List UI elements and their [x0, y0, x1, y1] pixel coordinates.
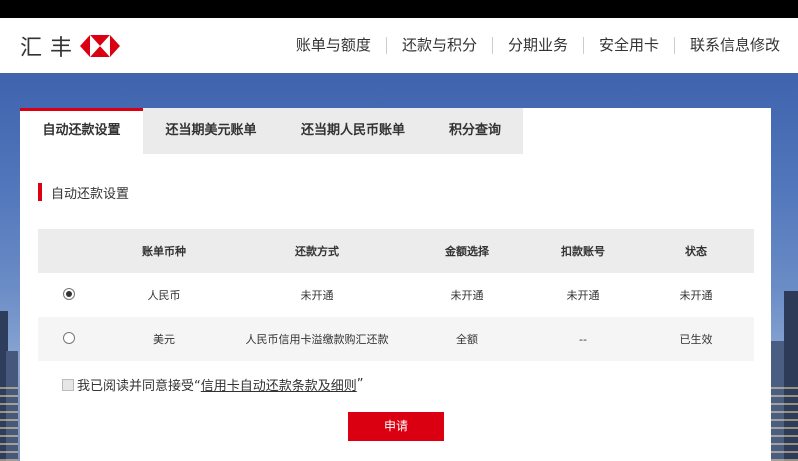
table-cell: 未开通: [566, 289, 600, 302]
brand-logo[interactable]: 汇丰: [20, 32, 121, 61]
select-cell: [38, 287, 100, 303]
nav-repayment-points[interactable]: 还款与积分: [387, 34, 492, 56]
terms-agreement: 我已阅读并同意接受“ 信用卡自动还款条款及细则 ”: [62, 375, 364, 394]
background-lights: [0, 381, 18, 461]
auto-repayment-table: 账单币种 还款方式 金额选择 扣款账号 状态 人民币 未开通 未开通 未开通 未…: [38, 229, 754, 361]
nav-statement-limit[interactable]: 账单与额度: [281, 34, 386, 56]
nav-installment[interactable]: 分期业务: [493, 34, 583, 56]
main-nav: 账单与额度 还款与积分 分期业务 安全用卡 联系信息修改: [281, 34, 780, 56]
select-cell: [38, 331, 100, 347]
table-row: 美元 人民币信用卡溢缴款购汇还款 全额 -- 已生效: [38, 317, 754, 361]
tab-pay-rmb-bill[interactable]: 还当期人民币账单: [279, 108, 427, 154]
content-panel: 自动还款设置 还当期美元账单 还当期人民币账单 积分查询 自动还款设置 账单币种…: [20, 108, 771, 461]
tab-pay-usd-bill[interactable]: 还当期美元账单: [143, 108, 279, 154]
hexagon-logo-icon: [80, 35, 121, 57]
brand-name: 汇丰: [20, 36, 81, 61]
table-cell: 美元: [153, 333, 175, 346]
header-account: 扣款账号: [561, 245, 605, 258]
table-cell: 人民币信用卡溢缴款购汇还款: [245, 333, 389, 346]
table-cell: 未开通: [679, 289, 713, 302]
terms-link[interactable]: 信用卡自动还款条款及细则: [201, 375, 357, 394]
tab-points-query[interactable]: 积分查询: [427, 108, 523, 154]
table-row: 人民币 未开通 未开通 未开通 未开通: [38, 273, 754, 317]
section-title: 自动还款设置: [38, 183, 130, 202]
table-cell: 未开通: [300, 289, 334, 302]
nav-card-security[interactable]: 安全用卡: [584, 34, 674, 56]
agree-prefix-text: 我已阅读并同意接受“: [77, 379, 201, 394]
row-radio-button[interactable]: [63, 287, 75, 300]
table-cell: --: [579, 332, 587, 346]
tab-bar: 自动还款设置 还当期美元账单 还当期人民币账单 积分查询: [20, 108, 523, 154]
tab-auto-repayment[interactable]: 自动还款设置: [20, 108, 143, 154]
agree-checkbox[interactable]: [62, 378, 74, 391]
table-cell: 未开通: [450, 289, 484, 302]
table-cell: 全额: [456, 333, 478, 346]
header-status: 状态: [685, 245, 707, 258]
apply-button[interactable]: 申请: [348, 412, 444, 441]
header-currency: 账单币种: [142, 245, 186, 258]
agree-suffix-text: ”: [356, 377, 364, 392]
nav-contact-info[interactable]: 联系信息修改: [675, 34, 780, 56]
top-black-bar: [0, 0, 798, 18]
table-cell: 已生效: [679, 333, 713, 346]
header-amount: 金额选择: [445, 245, 489, 258]
row-radio-button[interactable]: [63, 331, 75, 344]
section-title-text: 自动还款设置: [51, 186, 130, 202]
table-cell: 人民币: [147, 289, 181, 302]
table-header-row: 账单币种 还款方式 金额选择 扣款账号 状态: [38, 229, 754, 273]
background-lights: [770, 381, 798, 461]
header-method: 还款方式: [295, 245, 339, 258]
site-header: 汇丰 账单与额度 还款与积分 分期业务 安全用卡 联系信息修改: [0, 18, 798, 73]
section-accent-bar: [38, 183, 42, 201]
